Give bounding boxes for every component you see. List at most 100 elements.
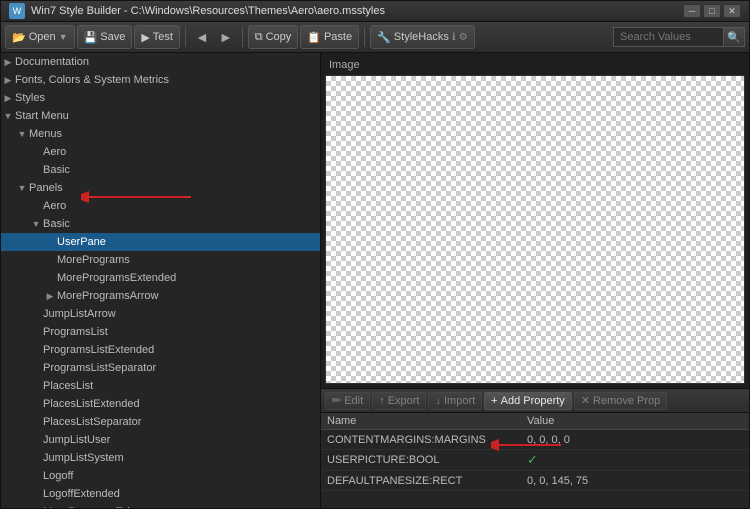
tree-item-programslistextended[interactable]: ProgramsListExtended (1, 341, 320, 359)
tree-item-placeslist[interactable]: PlacesList (1, 377, 320, 395)
open-button[interactable]: 📂 Open ▼ (5, 25, 75, 49)
tree-item-moreprogramstab[interactable]: ▶MoreProgramsTab (1, 503, 320, 508)
tree-label-basic-panels: Basic (43, 218, 70, 230)
title-bar: W Win7 Style Builder - C:\Windows\Resour… (1, 1, 749, 22)
checkmark-icon: ✓ (527, 452, 538, 467)
add-property-button[interactable]: + Add Property (484, 392, 572, 410)
app-icon: W (9, 3, 25, 19)
tree-item-moreprogramsarrow[interactable]: ▶MoreProgramsArrow (1, 287, 320, 305)
tree-label-placeslistextended: PlacesListExtended (43, 398, 140, 410)
property-value: ✓ (521, 450, 749, 471)
forward-button[interactable]: ► (215, 27, 237, 47)
close-button[interactable]: ✕ (723, 4, 741, 18)
search-button[interactable]: 🔍 (723, 27, 745, 47)
tree-toggle-programslist (29, 325, 43, 339)
tree-toggle-aero-menus (29, 145, 43, 159)
tree-item-aero-panels[interactable]: Aero (1, 197, 320, 215)
property-value: 0, 0, 0, 0 (521, 430, 749, 450)
tree-toggle-moreprograms (43, 253, 57, 267)
tree-item-moreprogramsextended[interactable]: MoreProgramsExtended (1, 269, 320, 287)
properties-toolbar: ✏ Edit ↑ Export ↓ Import + Add Property (321, 389, 749, 413)
minimize-button[interactable]: ─ (683, 4, 701, 18)
tree-item-jumplistarrow[interactable]: JumpListArrow (1, 305, 320, 323)
tree-item-logoff[interactable]: Logoff (1, 467, 320, 485)
property-name: USERPICTURE:BOOL (321, 450, 521, 471)
tree-toggle-styles[interactable]: ▶ (1, 91, 15, 105)
properties-table: Name Value CONTENTMARGINS:MARGINS0, 0, 0… (321, 413, 749, 508)
search-box: 🔍 (613, 27, 745, 47)
tree-item-basic-menus[interactable]: Basic (1, 161, 320, 179)
tree-toggle-documentation[interactable]: ▶ (1, 55, 15, 69)
tree-label-userpane: UserPane (57, 236, 106, 248)
tree-toggle-moreprogramstab[interactable]: ▶ (29, 505, 43, 508)
properties-panel: ✏ Edit ↑ Export ↓ Import + Add Property (321, 388, 749, 508)
tree-item-aero-menus[interactable]: Aero (1, 143, 320, 161)
back-button[interactable]: ◄ (191, 27, 213, 47)
edit-button[interactable]: ✏ Edit (325, 392, 370, 410)
tree-label-programslistextended: ProgramsListExtended (43, 344, 154, 356)
property-row[interactable]: DEFAULTPANESIZE:RECT0, 0, 145, 75 (321, 471, 749, 491)
maximize-button[interactable]: □ (703, 4, 721, 18)
tree-item-panels[interactable]: ▼Panels (1, 179, 320, 197)
tree-toggle-aero-panels (29, 199, 43, 213)
tree-toggle-menus[interactable]: ▼ (15, 127, 29, 141)
tree-item-documentation[interactable]: ▶Documentation (1, 53, 320, 71)
tree-item-programslistseparator[interactable]: ProgramsListSeparator (1, 359, 320, 377)
tree-toggle-programslistextended (29, 343, 43, 357)
tree-label-menus: Menus (29, 128, 62, 140)
import-button[interactable]: ↓ Import (428, 392, 482, 410)
copy-icon: ⧉ (255, 31, 263, 44)
tree-item-placeslistseparator[interactable]: PlacesListSeparator (1, 413, 320, 431)
tree-item-jumplistsystem[interactable]: JumpListSystem (1, 449, 320, 467)
property-row[interactable]: USERPICTURE:BOOL ✓ (321, 450, 749, 471)
search-input[interactable] (613, 27, 723, 47)
import-icon: ↓ (435, 395, 441, 407)
tree-item-styles[interactable]: ▶Styles (1, 89, 320, 107)
tree-item-start-menu[interactable]: ▼Start Menu (1, 107, 320, 125)
property-name: CONTENTMARGINS:MARGINS (321, 430, 521, 450)
tree-item-userpane[interactable]: UserPane (1, 233, 320, 251)
test-button[interactable]: ▶ Test (134, 25, 180, 49)
tree-toggle-jumplistsystem (29, 451, 43, 465)
tree-toggle-logoff (29, 469, 43, 483)
title-text: Win7 Style Builder - C:\Windows\Resource… (31, 5, 683, 17)
export-button[interactable]: ↑ Export (372, 392, 426, 410)
separator-1 (185, 27, 186, 47)
tree-item-logoffextended[interactable]: LogoffExtended (1, 485, 320, 503)
window-controls: ─ □ ✕ (683, 4, 741, 18)
tree-item-programslist[interactable]: ProgramsList (1, 323, 320, 341)
tree-label-jumplistarrow: JumpListArrow (43, 308, 116, 320)
paste-button[interactable]: 📋 Paste (300, 25, 359, 49)
right-panel: Image ✏ Edit ↑ Export ↓ Import (321, 53, 749, 508)
tree-label-fonts-colors: Fonts, Colors & System Metrics (15, 74, 169, 86)
stylehacks-button[interactable]: 🔧 StyleHacks ℹ ⚙ (370, 25, 475, 49)
separator-3 (364, 27, 365, 47)
export-icon: ↑ (379, 395, 385, 407)
tree-toggle-moreprogramsarrow[interactable]: ▶ (43, 289, 57, 303)
tree-item-fonts-colors[interactable]: ▶Fonts, Colors & System Metrics (1, 71, 320, 89)
tree-label-placeslistseparator: PlacesListSeparator (43, 416, 141, 428)
tree-label-documentation: Documentation (15, 56, 89, 68)
tree-item-moreprograms[interactable]: MorePrograms (1, 251, 320, 269)
save-button[interactable]: 💾 Save (77, 25, 133, 49)
tree-toggle-placeslistseparator (29, 415, 43, 429)
copy-button[interactable]: ⧉ Copy (248, 25, 299, 49)
tree-label-start-menu: Start Menu (15, 110, 69, 122)
image-label: Image (325, 57, 745, 73)
tree-label-styles: Styles (15, 92, 45, 104)
tree-toggle-panels[interactable]: ▼ (15, 181, 29, 195)
tree-item-jumplistuser[interactable]: JumpListUser (1, 431, 320, 449)
tree-item-placeslistextended[interactable]: PlacesListExtended (1, 395, 320, 413)
tree-toggle-basic-panels[interactable]: ▼ (29, 217, 43, 231)
tree-label-moreprograms: MorePrograms (57, 254, 130, 266)
tree-item-menus[interactable]: ▼Menus (1, 125, 320, 143)
tree-item-basic-panels[interactable]: ▼Basic (1, 215, 320, 233)
tree-label-moreprogramsarrow: MoreProgramsArrow (57, 290, 158, 302)
tree-toggle-start-menu[interactable]: ▼ (1, 109, 15, 123)
tree-toggle-fonts-colors[interactable]: ▶ (1, 73, 15, 87)
tree-label-logoff: Logoff (43, 470, 73, 482)
property-row[interactable]: CONTENTMARGINS:MARGINS0, 0, 0, 0 (321, 430, 749, 450)
tree-label-jumplistuser: JumpListUser (43, 434, 110, 446)
tree-label-moreprogramsextended: MoreProgramsExtended (57, 272, 176, 284)
remove-property-button[interactable]: ✕ Remove Prop (574, 392, 667, 410)
